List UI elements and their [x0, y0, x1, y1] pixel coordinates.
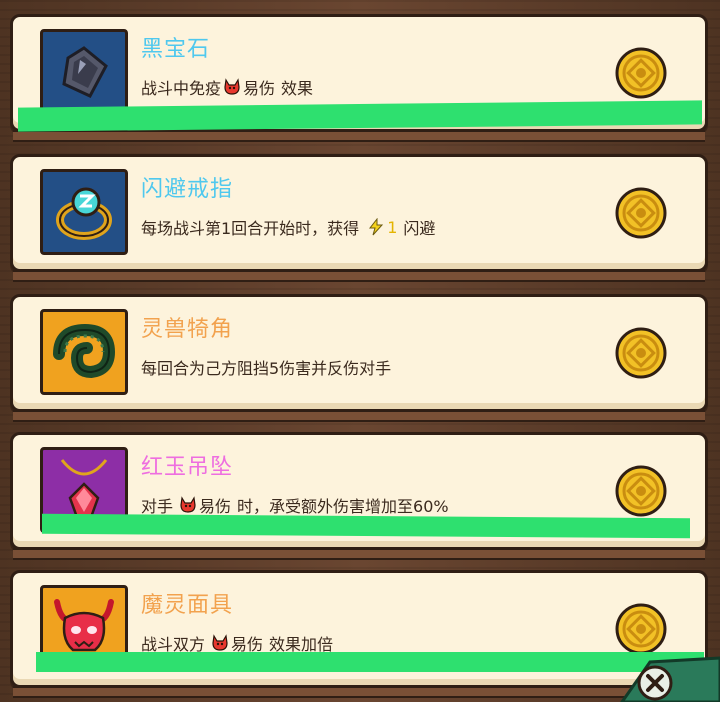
gold-coin-icon[interactable] [615, 47, 667, 99]
gold-coin-icon[interactable] [615, 327, 667, 379]
desc-text: 对手 [141, 497, 174, 516]
item-title: 黑宝石 [141, 37, 211, 62]
dodge-amount: 1 [387, 217, 398, 237]
spirit-horn-icon [40, 309, 128, 395]
desc-badge-text: 易伤 [199, 497, 232, 516]
lightning-icon [369, 218, 384, 236]
desc-text: 战斗中免疫 [141, 79, 222, 98]
desc-text: 每回合为己方阻挡5伤害并反伤对手 [141, 359, 392, 378]
desc-text: 效果 [281, 79, 314, 98]
close-icon[interactable] [636, 664, 674, 702]
item-description: 每回合为己方阻挡5伤害并反伤对手 [141, 355, 391, 379]
desc-badge-text: 易伤 [243, 79, 276, 98]
item-description: 每场战斗第1回合开始时，获得 1 闪避 [141, 215, 435, 239]
card-shelf [13, 130, 705, 142]
item-title: 红玉吊坠 [141, 455, 234, 480]
item-title: 闪避戒指 [141, 177, 234, 202]
highlight-bar [36, 652, 704, 672]
card-shelf [13, 270, 705, 282]
card-shelf [13, 548, 705, 560]
vulnerable-icon [224, 78, 240, 95]
card-shelf [13, 410, 705, 422]
item-description: 战斗中免疫 易伤 效果 [141, 75, 313, 99]
item-card-dodge-ring[interactable]: 闪避戒指 每场战斗第1回合开始时，获得 1 闪避 [10, 154, 708, 282]
vulnerable-icon [180, 496, 196, 513]
desc-text: 时，承受额外伤害增加至60% [237, 497, 449, 516]
vulnerable-icon [212, 634, 228, 651]
black-gem-icon [40, 29, 128, 115]
desc-text: 闪避 [403, 219, 436, 238]
item-card-spirit-horn[interactable]: 灵兽犄角 每回合为己方阻挡5伤害并反伤对手 [10, 294, 708, 422]
item-title: 灵兽犄角 [141, 317, 234, 342]
item-title: 魔灵面具 [141, 593, 234, 618]
gold-coin-icon[interactable] [615, 465, 667, 517]
gold-coin-icon[interactable] [615, 187, 667, 239]
desc-text: 每场战斗第1回合开始时，获得 [141, 219, 360, 238]
card-shelf [13, 686, 705, 698]
dodge-ring-icon [40, 169, 128, 255]
item-description: 对手 易伤 时，承受额外伤害增加至60% [141, 493, 449, 517]
